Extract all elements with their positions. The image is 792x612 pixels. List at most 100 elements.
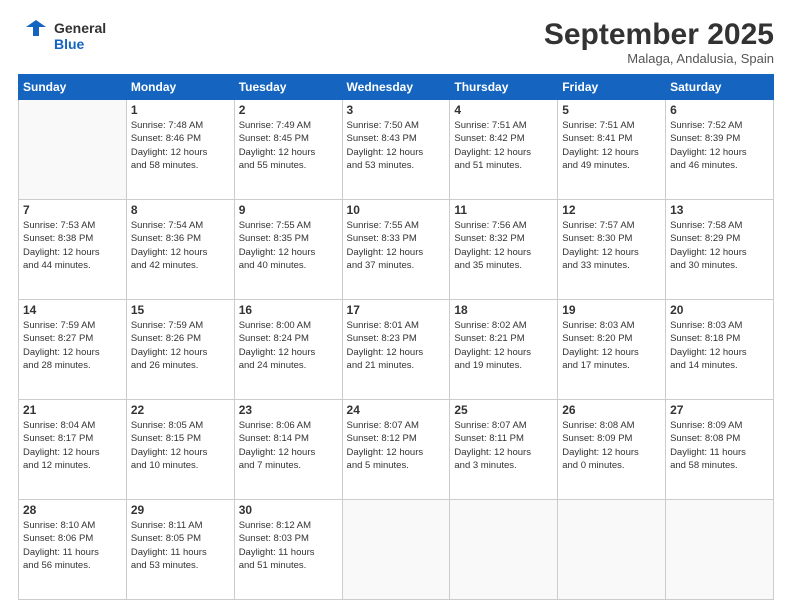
day-cell: 24Sunrise: 8:07 AMSunset: 8:12 PMDayligh… xyxy=(342,400,450,500)
header-row: Sunday Monday Tuesday Wednesday Thursday… xyxy=(19,75,774,100)
info-line: Sunrise: 8:00 AM xyxy=(239,320,311,331)
info-line: Sunset: 8:26 PM xyxy=(131,333,201,344)
info-line: and 12 minutes. xyxy=(23,460,91,471)
day-number: 15 xyxy=(131,303,230,317)
info-line: and 3 minutes. xyxy=(454,460,516,471)
week-row-2: 7 Sunrise: 7:53 AMSunset: 8:38 PMDaylight… xyxy=(19,200,774,300)
info-line: and 42 minutes. xyxy=(131,260,199,271)
day-number: 23 xyxy=(239,403,338,417)
info-line: Sunset: 8:24 PM xyxy=(239,333,309,344)
day-number: 7 xyxy=(23,203,122,217)
day-cell: 27Sunrise: 8:09 AMSunset: 8:08 PMDayligh… xyxy=(666,400,774,500)
info-line: Sunset: 8:45 PM xyxy=(239,133,309,144)
day-cell: 21Sunrise: 8:04 AMSunset: 8:17 PMDayligh… xyxy=(19,400,127,500)
info-line: Sunset: 8:17 PM xyxy=(23,433,93,444)
day-info: Sunrise: 7:48 AMSunset: 8:46 PMDaylight:… xyxy=(131,119,230,172)
header: General Blue September 2025 Malaga, Anda… xyxy=(18,18,774,66)
info-line: Sunrise: 8:12 AM xyxy=(239,520,311,531)
day-number: 18 xyxy=(454,303,553,317)
day-info: Sunrise: 7:49 AMSunset: 8:45 PMDaylight:… xyxy=(239,119,338,172)
day-info: Sunrise: 7:53 AMSunset: 8:38 PMDaylight:… xyxy=(23,219,122,272)
week-row-1: 1Sunrise: 7:48 AMSunset: 8:46 PMDaylight… xyxy=(19,100,774,200)
day-number: 26 xyxy=(562,403,661,417)
info-line: Sunset: 8:41 PM xyxy=(562,133,632,144)
info-line: Sunset: 8:32 PM xyxy=(454,233,524,244)
day-number: 14 xyxy=(23,303,122,317)
info-line: and 0 minutes. xyxy=(562,460,624,471)
info-line: Sunset: 8:03 PM xyxy=(239,533,309,544)
info-line: Daylight: 12 hours xyxy=(131,347,208,358)
logo-blue: Blue xyxy=(54,36,106,52)
info-line: Sunrise: 8:03 AM xyxy=(670,320,742,331)
info-line: and 49 minutes. xyxy=(562,160,630,171)
day-cell: 8Sunrise: 7:54 AMSunset: 8:36 PMDaylight… xyxy=(126,200,234,300)
day-info: Sunrise: 7:54 AMSunset: 8:36 PMDaylight:… xyxy=(131,219,230,272)
col-thursday: Thursday xyxy=(450,75,558,100)
day-info: Sunrise: 8:09 AMSunset: 8:08 PMDaylight:… xyxy=(670,419,769,472)
day-cell: 20Sunrise: 8:03 AMSunset: 8:18 PMDayligh… xyxy=(666,300,774,400)
info-line: and 53 minutes. xyxy=(131,560,199,571)
info-line: and 5 minutes. xyxy=(347,460,409,471)
info-line: Daylight: 12 hours xyxy=(239,347,316,358)
info-line: and 51 minutes. xyxy=(454,160,522,171)
info-line: Sunset: 8:39 PM xyxy=(670,133,740,144)
info-line: and 46 minutes. xyxy=(670,160,738,171)
info-line: Daylight: 12 hours xyxy=(670,347,747,358)
info-line: and 58 minutes. xyxy=(670,460,738,471)
day-cell: 1Sunrise: 7:48 AMSunset: 8:46 PMDaylight… xyxy=(126,100,234,200)
info-line: Sunset: 8:46 PM xyxy=(131,133,201,144)
info-line: Sunrise: 8:03 AM xyxy=(562,320,634,331)
day-info: Sunrise: 8:07 AMSunset: 8:11 PMDaylight:… xyxy=(454,419,553,472)
info-line: Sunrise: 7:53 AM xyxy=(23,220,95,231)
info-line: Sunrise: 7:51 AM xyxy=(562,120,634,131)
info-line: and 26 minutes. xyxy=(131,360,199,371)
day-info: Sunrise: 7:51 AMSunset: 8:42 PMDaylight:… xyxy=(454,119,553,172)
info-line: and 28 minutes. xyxy=(23,360,91,371)
info-line: Daylight: 11 hours xyxy=(131,547,207,558)
col-friday: Friday xyxy=(558,75,666,100)
info-line: Sunrise: 7:56 AM xyxy=(454,220,526,231)
logo-svg xyxy=(18,18,50,54)
info-line: Daylight: 12 hours xyxy=(454,447,531,458)
day-cell: 23Sunrise: 8:06 AMSunset: 8:14 PMDayligh… xyxy=(234,400,342,500)
day-cell: 22Sunrise: 8:05 AMSunset: 8:15 PMDayligh… xyxy=(126,400,234,500)
day-number: 20 xyxy=(670,303,769,317)
info-line: Sunset: 8:11 PM xyxy=(454,433,524,444)
info-line: Daylight: 12 hours xyxy=(239,147,316,158)
calendar-body: 1Sunrise: 7:48 AMSunset: 8:46 PMDaylight… xyxy=(19,100,774,600)
day-cell: 11Sunrise: 7:56 AMSunset: 8:32 PMDayligh… xyxy=(450,200,558,300)
day-info: Sunrise: 8:07 AMSunset: 8:12 PMDaylight:… xyxy=(347,419,446,472)
day-number: 19 xyxy=(562,303,661,317)
day-info: Sunrise: 7:56 AMSunset: 8:32 PMDaylight:… xyxy=(454,219,553,272)
day-info: Sunrise: 8:02 AMSunset: 8:21 PMDaylight:… xyxy=(454,319,553,372)
day-cell: 26 Sunrise: 8:08 AMSunset: 8:09 PMDayligh… xyxy=(558,400,666,500)
day-info: Sunrise: 8:08 AMSunset: 8:09 PMDaylight:… xyxy=(562,419,661,472)
info-line: Sunrise: 8:08 AM xyxy=(562,420,634,431)
info-line: Sunrise: 8:04 AM xyxy=(23,420,95,431)
info-line: Sunrise: 8:09 AM xyxy=(670,420,742,431)
location-subtitle: Malaga, Andalusia, Spain xyxy=(544,51,774,66)
day-number: 13 xyxy=(670,203,769,217)
info-line: and 17 minutes. xyxy=(562,360,630,371)
day-info: Sunrise: 7:57 AMSunset: 8:30 PMDaylight:… xyxy=(562,219,661,272)
info-line: Daylight: 12 hours xyxy=(347,247,424,258)
info-line: and 37 minutes. xyxy=(347,260,415,271)
info-line: and 21 minutes. xyxy=(347,360,415,371)
day-cell: 7 Sunrise: 7:53 AMSunset: 8:38 PMDaylight… xyxy=(19,200,127,300)
day-number: 22 xyxy=(131,403,230,417)
day-info: Sunrise: 8:12 AM Sunset: 8:03 PM Daylight:… xyxy=(239,519,338,572)
info-line: Daylight: 12 hours xyxy=(23,247,100,258)
info-line: Daylight: 12 hours xyxy=(562,447,639,458)
col-saturday: Saturday xyxy=(666,75,774,100)
day-cell: 6Sunrise: 7:52 AMSunset: 8:39 PMDaylight… xyxy=(666,100,774,200)
info-line: Daylight: 12 hours xyxy=(23,347,100,358)
info-line: Sunrise: 7:50 AM xyxy=(347,120,419,131)
day-number: 2 xyxy=(239,103,338,117)
day-number: 4 xyxy=(454,103,553,117)
info-line: Sunset: 8:36 PM xyxy=(131,233,201,244)
col-tuesday: Tuesday xyxy=(234,75,342,100)
info-line: Daylight: 12 hours xyxy=(454,147,531,158)
day-cell xyxy=(342,500,450,600)
day-info: Sunrise: 8:04 AMSunset: 8:17 PMDaylight:… xyxy=(23,419,122,472)
info-line: Daylight: 11 hours xyxy=(239,547,315,558)
